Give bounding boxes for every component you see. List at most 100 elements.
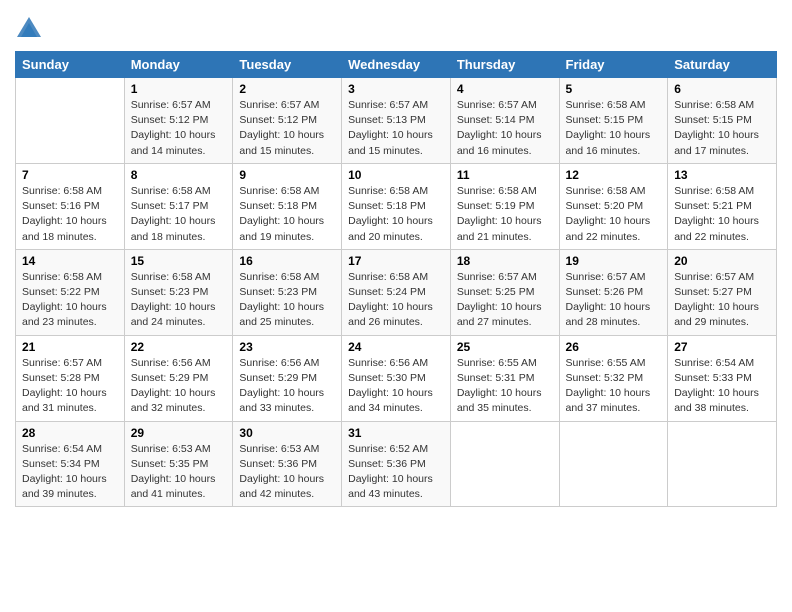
- day-number: 29: [131, 426, 227, 440]
- calendar-cell: 14 Sunrise: 6:58 AMSunset: 5:22 PMDayligh…: [16, 249, 125, 335]
- day-info: Sunrise: 6:58 AMSunset: 5:18 PMDaylight:…: [239, 184, 335, 245]
- day-info: Sunrise: 6:58 AMSunset: 5:18 PMDaylight:…: [348, 184, 444, 245]
- calendar-cell: 20 Sunrise: 6:57 AMSunset: 5:27 PMDayligh…: [668, 249, 777, 335]
- day-info: Sunrise: 6:53 AMSunset: 5:35 PMDaylight:…: [131, 442, 227, 503]
- day-info: Sunrise: 6:58 AMSunset: 5:24 PMDaylight:…: [348, 270, 444, 331]
- day-info: Sunrise: 6:53 AMSunset: 5:36 PMDaylight:…: [239, 442, 335, 503]
- calendar-cell: [450, 421, 559, 507]
- day-number: 30: [239, 426, 335, 440]
- calendar-cell: [559, 421, 668, 507]
- calendar-cell: 18 Sunrise: 6:57 AMSunset: 5:25 PMDayligh…: [450, 249, 559, 335]
- day-info: Sunrise: 6:58 AMSunset: 5:21 PMDaylight:…: [674, 184, 770, 245]
- day-info: Sunrise: 6:58 AMSunset: 5:23 PMDaylight:…: [131, 270, 227, 331]
- calendar-cell: 19 Sunrise: 6:57 AMSunset: 5:26 PMDayligh…: [559, 249, 668, 335]
- day-number: 21: [22, 340, 118, 354]
- day-info: Sunrise: 6:58 AMSunset: 5:15 PMDaylight:…: [674, 98, 770, 159]
- calendar-cell: 27 Sunrise: 6:54 AMSunset: 5:33 PMDayligh…: [668, 335, 777, 421]
- calendar-cell: 24 Sunrise: 6:56 AMSunset: 5:30 PMDayligh…: [342, 335, 451, 421]
- calendar-cell: 23 Sunrise: 6:56 AMSunset: 5:29 PMDayligh…: [233, 335, 342, 421]
- calendar-cell: 5 Sunrise: 6:58 AMSunset: 5:15 PMDaylight…: [559, 78, 668, 164]
- week-row-0: 1Sunrise: 6:57 AMSunset: 5:12 PMDaylight…: [16, 78, 777, 164]
- calendar-cell: [16, 78, 125, 164]
- day-number: 23: [239, 340, 335, 354]
- day-number: 3: [348, 82, 444, 96]
- day-info: Sunrise: 6:58 AMSunset: 5:22 PMDaylight:…: [22, 270, 118, 331]
- day-number: 13: [674, 168, 770, 182]
- day-header-tuesday: Tuesday: [233, 52, 342, 78]
- week-row-3: 21 Sunrise: 6:57 AMSunset: 5:28 PMDayligh…: [16, 335, 777, 421]
- calendar-cell: 26Sunrise: 6:55 AMSunset: 5:32 PMDayligh…: [559, 335, 668, 421]
- day-number: 31: [348, 426, 444, 440]
- calendar-cell: 15 Sunrise: 6:58 AMSunset: 5:23 PMDayligh…: [124, 249, 233, 335]
- day-info: Sunrise: 6:54 AMSunset: 5:33 PMDaylight:…: [674, 356, 770, 417]
- calendar-cell: 4Sunrise: 6:57 AMSunset: 5:14 PMDaylight…: [450, 78, 559, 164]
- week-row-2: 14 Sunrise: 6:58 AMSunset: 5:22 PMDayligh…: [16, 249, 777, 335]
- day-number: 9: [239, 168, 335, 182]
- day-number: 4: [457, 82, 553, 96]
- calendar-cell: 3 Sunrise: 6:57 AMSunset: 5:13 PMDaylight…: [342, 78, 451, 164]
- calendar-cell: 9 Sunrise: 6:58 AMSunset: 5:18 PMDaylight…: [233, 163, 342, 249]
- day-number: 1: [131, 82, 227, 96]
- day-number: 19: [566, 254, 662, 268]
- day-info: Sunrise: 6:58 AMSunset: 5:15 PMDaylight:…: [566, 98, 662, 159]
- calendar-header: SundayMondayTuesdayWednesdayThursdayFrid…: [16, 52, 777, 78]
- day-number: 5: [566, 82, 662, 96]
- calendar-cell: 28 Sunrise: 6:54 AMSunset: 5:34 PMDayligh…: [16, 421, 125, 507]
- day-header-wednesday: Wednesday: [342, 52, 451, 78]
- day-info: Sunrise: 6:56 AMSunset: 5:29 PMDaylight:…: [239, 356, 335, 417]
- day-info: Sunrise: 6:57 AMSunset: 5:13 PMDaylight:…: [348, 98, 444, 159]
- header: [15, 10, 777, 43]
- day-number: 12: [566, 168, 662, 182]
- calendar-cell: 31 Sunrise: 6:52 AMSunset: 5:36 PMDayligh…: [342, 421, 451, 507]
- calendar-cell: 22 Sunrise: 6:56 AMSunset: 5:29 PMDayligh…: [124, 335, 233, 421]
- day-number: 27: [674, 340, 770, 354]
- day-info: Sunrise: 6:58 AMSunset: 5:20 PMDaylight:…: [566, 184, 662, 245]
- calendar-cell: 7Sunrise: 6:58 AMSunset: 5:16 PMDaylight…: [16, 163, 125, 249]
- day-number: 17: [348, 254, 444, 268]
- day-info: Sunrise: 6:56 AMSunset: 5:29 PMDaylight:…: [131, 356, 227, 417]
- day-header-monday: Monday: [124, 52, 233, 78]
- days-of-week-row: SundayMondayTuesdayWednesdayThursdayFrid…: [16, 52, 777, 78]
- calendar-cell: 16Sunrise: 6:58 AMSunset: 5:23 PMDayligh…: [233, 249, 342, 335]
- day-number: 20: [674, 254, 770, 268]
- day-info: Sunrise: 6:56 AMSunset: 5:30 PMDaylight:…: [348, 356, 444, 417]
- calendar-cell: 10 Sunrise: 6:58 AMSunset: 5:18 PMDayligh…: [342, 163, 451, 249]
- day-info: Sunrise: 6:57 AMSunset: 5:26 PMDaylight:…: [566, 270, 662, 331]
- day-number: 16: [239, 254, 335, 268]
- day-number: 28: [22, 426, 118, 440]
- day-info: Sunrise: 6:54 AMSunset: 5:34 PMDaylight:…: [22, 442, 118, 503]
- day-number: 15: [131, 254, 227, 268]
- day-number: 22: [131, 340, 227, 354]
- day-number: 25: [457, 340, 553, 354]
- day-info: Sunrise: 6:52 AMSunset: 5:36 PMDaylight:…: [348, 442, 444, 503]
- calendar-cell: 2Sunrise: 6:57 AMSunset: 5:12 PMDaylight…: [233, 78, 342, 164]
- day-number: 8: [131, 168, 227, 182]
- day-number: 2: [239, 82, 335, 96]
- calendar-cell: 13 Sunrise: 6:58 AMSunset: 5:21 PMDayligh…: [668, 163, 777, 249]
- day-info: Sunrise: 6:58 AMSunset: 5:19 PMDaylight:…: [457, 184, 553, 245]
- logo-icon: [15, 15, 43, 43]
- day-number: 24: [348, 340, 444, 354]
- calendar-cell: 11Sunrise: 6:58 AMSunset: 5:19 PMDayligh…: [450, 163, 559, 249]
- day-number: 14: [22, 254, 118, 268]
- day-info: Sunrise: 6:57 AMSunset: 5:25 PMDaylight:…: [457, 270, 553, 331]
- day-info: Sunrise: 6:55 AMSunset: 5:32 PMDaylight:…: [566, 356, 662, 417]
- calendar-cell: 25 Sunrise: 6:55 AMSunset: 5:31 PMDayligh…: [450, 335, 559, 421]
- calendar-cell: 8 Sunrise: 6:58 AMSunset: 5:17 PMDaylight…: [124, 163, 233, 249]
- calendar-cell: 6Sunrise: 6:58 AMSunset: 5:15 PMDaylight…: [668, 78, 777, 164]
- calendar-body: 1Sunrise: 6:57 AMSunset: 5:12 PMDaylight…: [16, 78, 777, 507]
- day-info: Sunrise: 6:55 AMSunset: 5:31 PMDaylight:…: [457, 356, 553, 417]
- day-header-sunday: Sunday: [16, 52, 125, 78]
- week-row-1: 7Sunrise: 6:58 AMSunset: 5:16 PMDaylight…: [16, 163, 777, 249]
- day-info: Sunrise: 6:58 AMSunset: 5:17 PMDaylight:…: [131, 184, 227, 245]
- day-number: 10: [348, 168, 444, 182]
- calendar-table: SundayMondayTuesdayWednesdayThursdayFrid…: [15, 51, 777, 507]
- day-info: Sunrise: 6:57 AMSunset: 5:27 PMDaylight:…: [674, 270, 770, 331]
- day-number: 7: [22, 168, 118, 182]
- calendar-cell: 21 Sunrise: 6:57 AMSunset: 5:28 PMDayligh…: [16, 335, 125, 421]
- day-info: Sunrise: 6:57 AMSunset: 5:28 PMDaylight:…: [22, 356, 118, 417]
- calendar-cell: 17 Sunrise: 6:58 AMSunset: 5:24 PMDayligh…: [342, 249, 451, 335]
- day-header-saturday: Saturday: [668, 52, 777, 78]
- calendar-cell: [668, 421, 777, 507]
- day-number: 18: [457, 254, 553, 268]
